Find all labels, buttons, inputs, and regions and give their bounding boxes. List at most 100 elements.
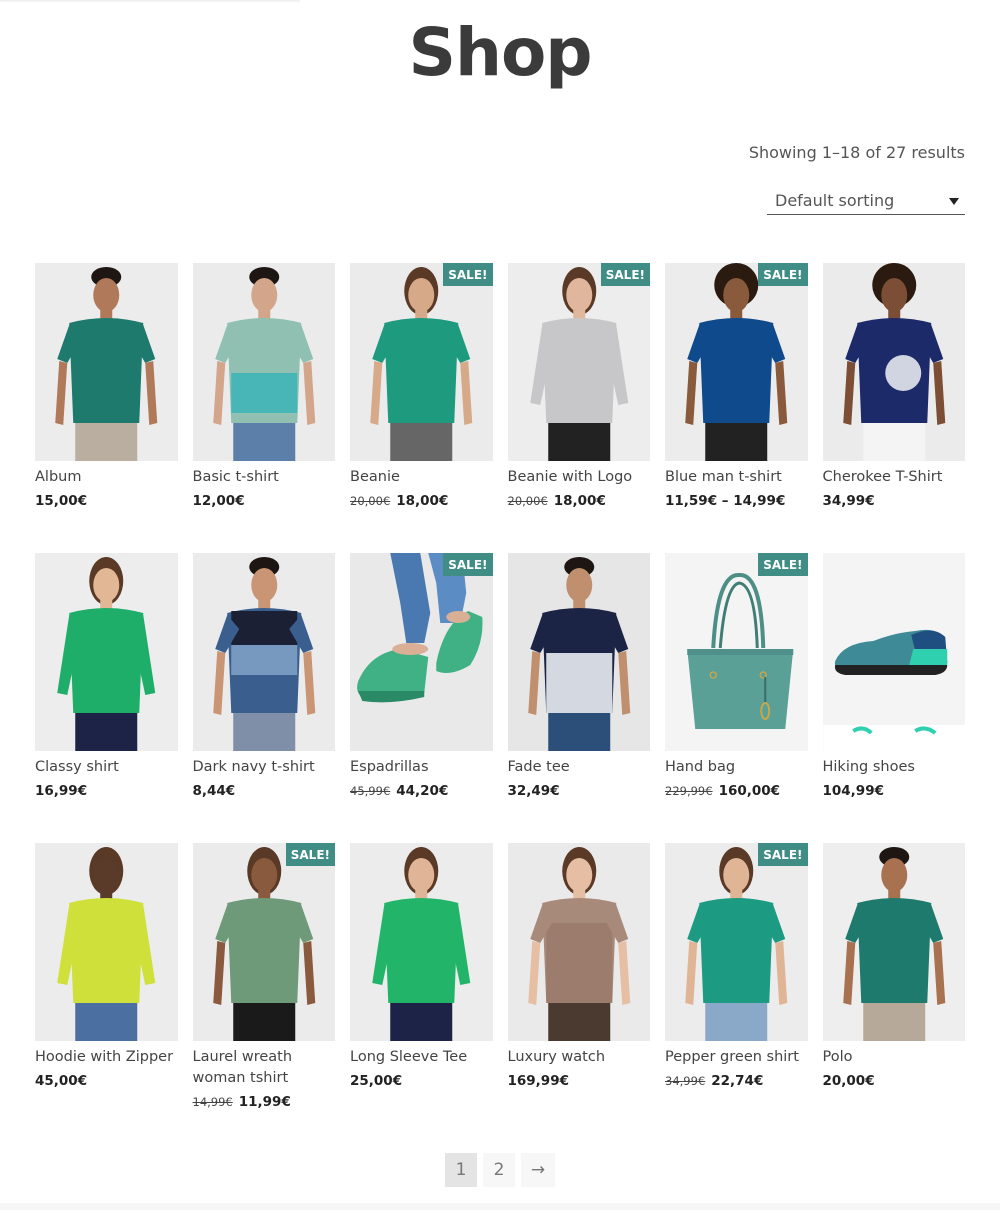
product-card[interactable]: Classy shirt 16,99€ (35, 553, 178, 843)
model-illustration (57, 557, 156, 751)
product-image[interactable]: SALE! (665, 553, 808, 751)
current-price: 18,00€ (396, 493, 449, 509)
product-card[interactable]: SALE! Pepper green shirt 34,99€ 22,74€ (665, 843, 808, 1133)
product-card[interactable]: Album 15,00€ (35, 263, 178, 553)
original-price: 229,99€ (665, 784, 713, 798)
current-price: 8,44€ (192, 783, 236, 799)
product-price: 15,00€ (35, 493, 178, 509)
product-name[interactable]: Hiking shoes (823, 757, 965, 778)
product-name[interactable]: Cherokee T-Shirt (823, 467, 965, 488)
original-price: 45,99€ (350, 784, 391, 798)
product-price: 169,99€ (508, 1073, 651, 1089)
product-name[interactable]: Classy shirt (35, 757, 177, 778)
page-1-current: 1 (445, 1153, 477, 1187)
product-card[interactable]: Basic t-shirt 12,00€ (192, 263, 336, 553)
product-image[interactable]: SALE! (350, 263, 493, 461)
product-card[interactable]: Dark navy t-shirt 8,44€ (192, 553, 335, 843)
product-card[interactable]: SALE! Hand bag 229,99€ 160,00€ (665, 553, 808, 843)
product-price: 104,99€ (823, 783, 966, 799)
original-price: 20,00€ (507, 494, 548, 508)
product-card[interactable]: SALE! Beanie 20,00€ 18,00€ (350, 263, 493, 553)
product-price: 45,00€ (35, 1073, 178, 1089)
product-card[interactable]: Hoodie with Zipper 45,00€ (35, 843, 178, 1133)
model-illustration (372, 847, 471, 1041)
product-image[interactable]: SALE! (507, 263, 650, 461)
model-illustration (529, 267, 628, 461)
page-2-link[interactable]: 2 (483, 1153, 515, 1187)
product-name[interactable]: Pepper green shirt (665, 1047, 807, 1068)
product-name[interactable]: Dark navy t-shirt (193, 757, 335, 778)
sale-badge: SALE! (758, 843, 808, 866)
product-card[interactable]: Hiking shoes 104,99€ (822, 553, 966, 843)
product-price: 25,00€ (350, 1073, 493, 1089)
product-image[interactable] (192, 553, 335, 751)
model-illustration (842, 847, 945, 1041)
product-price: 12,00€ (193, 493, 336, 509)
product-name[interactable]: Blue man t-shirt (665, 467, 807, 488)
product-card[interactable]: Fade tee 32,49€ (507, 553, 650, 843)
product-image[interactable] (35, 843, 178, 1041)
product-name[interactable]: Long Sleeve Tee (350, 1047, 492, 1068)
header-shadow (0, 0, 300, 3)
current-price: 12,00€ (192, 493, 245, 509)
sort-select[interactable]: Default sorting (767, 186, 965, 215)
product-name[interactable]: Beanie (350, 467, 492, 488)
product-name[interactable]: Espadrillas (350, 757, 492, 778)
product-image[interactable]: SALE! (665, 843, 808, 1041)
model-illustration (685, 263, 788, 461)
product-image[interactable] (35, 263, 178, 461)
current-price: 20,00€ (822, 1073, 875, 1089)
current-price: 11,59€ – 14,99€ (665, 493, 786, 509)
next-page-arrow-icon[interactable]: → (521, 1153, 555, 1187)
product-image[interactable] (507, 843, 650, 1041)
product-card[interactable]: SALE! Beanie with Logo 20,00€ 18,00€ (507, 263, 650, 553)
product-price: 45,99€ 44,20€ (350, 783, 493, 799)
product-name[interactable]: Luxury watch (508, 1047, 650, 1068)
sale-badge: SALE! (443, 263, 493, 286)
product-image[interactable] (822, 843, 965, 1041)
sale-badge: SALE! (285, 843, 335, 866)
page-title: Shop (408, 14, 592, 91)
current-price: 104,99€ (822, 783, 885, 799)
model-illustration (212, 847, 315, 1041)
product-name[interactable]: Hand bag (665, 757, 807, 778)
product-name[interactable]: Hoodie with Zipper (35, 1047, 177, 1068)
current-price: 18,00€ (553, 493, 606, 509)
product-name[interactable]: Polo (823, 1047, 965, 1068)
product-name[interactable]: Album (35, 467, 177, 488)
caret-down-icon (949, 198, 959, 205)
product-image[interactable] (507, 553, 650, 751)
product-image[interactable] (35, 553, 178, 751)
product-image[interactable]: SALE! (192, 843, 335, 1041)
product-card[interactable]: SALE! Laurel wreath woman tshirt 14,99€ 11,… (192, 843, 335, 1133)
product-price: 20,00€ 18,00€ (350, 493, 493, 509)
product-name[interactable]: Laurel wreath woman tshirt (193, 1047, 335, 1089)
product-card[interactable]: Luxury watch 169,99€ (507, 843, 651, 1133)
sale-badge: SALE! (443, 553, 493, 576)
product-card[interactable]: Polo 20,00€ (822, 843, 966, 1133)
product-name[interactable]: Basic t-shirt (193, 467, 335, 488)
product-image[interactable] (822, 553, 965, 751)
product-image[interactable]: SALE! (665, 263, 808, 461)
product-name[interactable]: Beanie with Logo (508, 467, 650, 488)
product-price: 229,99€ 160,00€ (665, 783, 808, 799)
product-image[interactable]: SALE! (350, 553, 493, 751)
product-name[interactable]: Fade tee (508, 757, 650, 778)
model-illustration (527, 847, 630, 1041)
product-image[interactable] (192, 263, 335, 461)
model-illustration (212, 557, 315, 751)
product-image[interactable] (350, 843, 493, 1041)
original-price: 14,99€ (192, 1095, 233, 1109)
product-card[interactable]: SALE! Blue man t-shirt 11,59€ – 14,99€ (665, 263, 808, 553)
product-card[interactable]: SALE! Espadrillas 45,99€ 44,20€ (350, 553, 493, 843)
product-price: 16,99€ (35, 783, 178, 799)
product-card[interactable]: Long Sleeve Tee 25,00€ (350, 843, 493, 1133)
original-price: 20,00€ (350, 494, 391, 508)
current-price: 15,00€ (35, 493, 88, 509)
product-price: 20,00€ (823, 1073, 966, 1089)
current-price: 169,99€ (507, 1073, 570, 1089)
product-price: 34,99€ 22,74€ (665, 1073, 808, 1089)
product-image[interactable] (822, 263, 965, 461)
model-illustration (370, 267, 473, 461)
product-card[interactable]: Cherokee T-Shirt 34,99€ (822, 263, 965, 553)
